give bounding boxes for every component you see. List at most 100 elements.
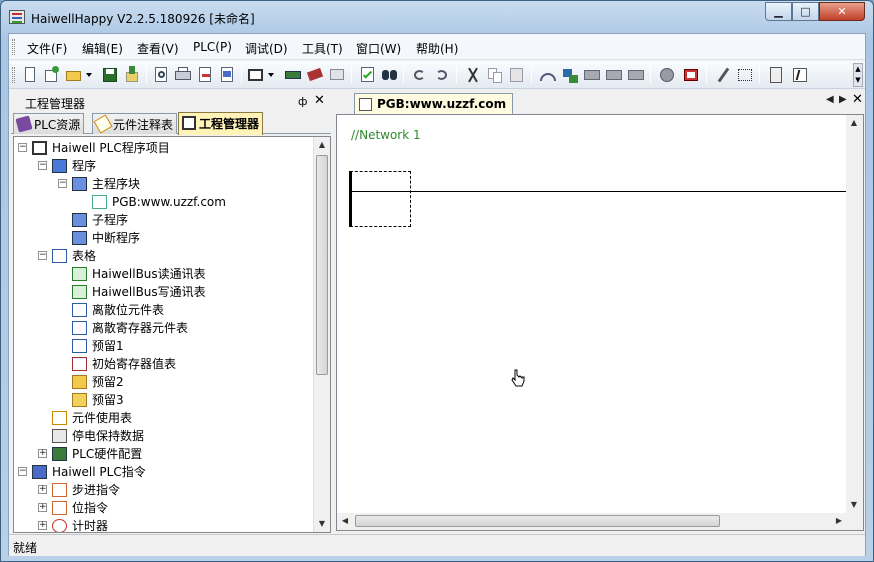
expand-icon[interactable]: + (38, 503, 47, 512)
menu-file[interactable]: 文件(F) (27, 40, 67, 57)
tree-item[interactable]: 中断程序 (14, 229, 312, 247)
transfer-icon[interactable] (627, 66, 645, 84)
tree-item[interactable]: − 表格 (14, 247, 312, 265)
new-file-icon[interactable] (21, 66, 39, 84)
text-icon[interactable] (791, 66, 809, 84)
upload-icon[interactable] (123, 66, 141, 84)
online-icon[interactable] (561, 66, 579, 84)
edit-cursor-cell[interactable] (350, 171, 411, 227)
close-button[interactable]: ✕ (819, 2, 865, 21)
undo-icon[interactable] (411, 66, 429, 84)
window-icon[interactable] (247, 66, 265, 84)
window-dropdown-icon[interactable] (267, 66, 275, 84)
toolbar-grip[interactable] (12, 67, 15, 83)
tree-item[interactable]: PGB:www.uzzf.com (14, 193, 312, 211)
tree-item[interactable]: + PLC硬件配置 (14, 445, 312, 463)
menu-edit[interactable]: 编辑(E) (82, 40, 123, 57)
tree-item[interactable]: 元件使用表 (14, 409, 312, 427)
tree-item[interactable]: 预留3 (14, 391, 312, 409)
monitor-icon[interactable] (328, 66, 346, 84)
collapse-icon[interactable]: − (58, 179, 67, 188)
tab-scroll-right-icon[interactable]: ▶ (839, 94, 847, 105)
network-icon[interactable] (539, 66, 557, 84)
scroll-thumb[interactable] (355, 515, 720, 527)
format-icon[interactable] (736, 66, 754, 84)
plc-config-icon[interactable] (306, 66, 324, 84)
expand-icon[interactable]: + (38, 521, 47, 530)
scroll-up-icon[interactable]: ▲ (314, 137, 330, 153)
editor-tab[interactable]: PGB:www.uzzf.com (354, 93, 514, 114)
tree-item[interactable]: − 程序 (14, 157, 312, 175)
save-icon[interactable] (101, 66, 119, 84)
scroll-thumb[interactable] (316, 155, 328, 375)
tree-item[interactable]: 离散寄存器元件表 (14, 319, 312, 337)
pen-icon[interactable] (714, 66, 732, 84)
calc-icon[interactable] (767, 66, 785, 84)
tree-item[interactable]: 离散位元件表 (14, 301, 312, 319)
pin-icon[interactable]: ф (298, 95, 307, 108)
cut-icon[interactable] (464, 66, 482, 84)
title-bar[interactable]: HaiwellHappy V2.2.5.180926 [未命名] ▁ □ ✕ (1, 1, 873, 33)
expand-icon[interactable]: + (38, 485, 47, 494)
print-icon[interactable] (174, 66, 192, 84)
stop-icon[interactable] (658, 66, 676, 84)
tab-scroll-left-icon[interactable]: ◀ (826, 94, 834, 105)
editor-close-icon[interactable]: ✕ (852, 92, 863, 107)
menu-debug[interactable]: 调试(D) (245, 40, 288, 57)
tree-item[interactable]: 子程序 (14, 211, 312, 229)
tree-item[interactable]: HaiwellBus读通讯表 (14, 265, 312, 283)
scroll-down-icon[interactable]: ▼ (314, 516, 330, 532)
tree-item[interactable]: 初始寄存器值表 (14, 355, 312, 373)
tree-item[interactable]: − Haiwell PLC程序项目 (14, 139, 312, 157)
run-icon[interactable] (682, 66, 700, 84)
doc-icon[interactable] (218, 66, 236, 84)
check-icon[interactable] (359, 66, 377, 84)
menu-view[interactable]: 查看(V) (137, 40, 179, 57)
tree-item[interactable]: − 主程序块 (14, 175, 312, 193)
project-tree[interactable]: ▲ ▼ − Haiwell PLC程序项目 − 程序 − 主程序块 PGB:www.uzzf… (13, 136, 331, 533)
pane-close-icon[interactable]: ✕ (314, 93, 325, 108)
expand-icon[interactable]: + (38, 449, 47, 458)
compare-icon[interactable] (605, 66, 623, 84)
menu-plc[interactable]: PLC(P) (193, 40, 232, 54)
find-icon[interactable] (381, 66, 399, 84)
tree-item[interactable]: 预留1 (14, 337, 312, 355)
collapse-icon[interactable]: − (38, 251, 47, 260)
tree-item[interactable]: 停电保持数据 (14, 427, 312, 445)
maximize-button[interactable]: □ (792, 2, 819, 21)
tree-item[interactable]: 预留2 (14, 373, 312, 391)
editor-hscrollbar[interactable]: ◀ ▶ (337, 513, 847, 530)
collapse-icon[interactable]: − (18, 467, 27, 476)
menu-grip[interactable] (12, 39, 15, 55)
open-dropdown-icon[interactable] (85, 66, 93, 84)
tree-item[interactable]: + 计时器 (14, 517, 312, 532)
ladder-canvas[interactable]: //Network 1 ▲ ▼ ◀ ▶ (336, 114, 864, 531)
tree-item[interactable]: − Haiwell PLC指令 (14, 463, 312, 481)
tree-item[interactable]: + 位指令 (14, 499, 312, 517)
tree-item[interactable]: + 步进指令 (14, 481, 312, 499)
tab-annotation[interactable]: 元件注释表 (92, 113, 178, 134)
minimize-button[interactable]: ▁ (765, 2, 792, 21)
download-icon[interactable] (583, 66, 601, 84)
plc-connect-icon[interactable] (284, 66, 302, 84)
redo-icon[interactable] (433, 66, 451, 84)
scroll-left-icon[interactable]: ◀ (337, 513, 353, 529)
app-icon[interactable] (9, 10, 25, 24)
tab-plc-resource[interactable]: PLC资源 (13, 113, 85, 134)
scroll-up-icon[interactable]: ▲ (846, 115, 862, 131)
print-preview-icon[interactable] (152, 66, 170, 84)
open-folder-icon[interactable] (65, 66, 83, 84)
menu-window[interactable]: 窗口(W) (356, 40, 401, 57)
scroll-right-icon[interactable]: ▶ (831, 513, 847, 529)
scroll-down-icon[interactable]: ▼ (846, 497, 862, 513)
editor-vscrollbar[interactable]: ▲ ▼ (846, 115, 863, 513)
tree-item[interactable]: HaiwellBus写通讯表 (14, 283, 312, 301)
edit-doc-icon[interactable] (196, 66, 214, 84)
menu-help[interactable]: 帮助(H) (416, 40, 458, 57)
menu-tools[interactable]: 工具(T) (302, 40, 343, 57)
copy-icon[interactable] (486, 66, 504, 84)
tab-project-manager[interactable]: 工程管理器 (178, 112, 264, 135)
tree-scrollbar[interactable]: ▲ ▼ (313, 137, 330, 532)
paste-icon[interactable] (508, 66, 526, 84)
collapse-icon[interactable]: − (38, 161, 47, 170)
